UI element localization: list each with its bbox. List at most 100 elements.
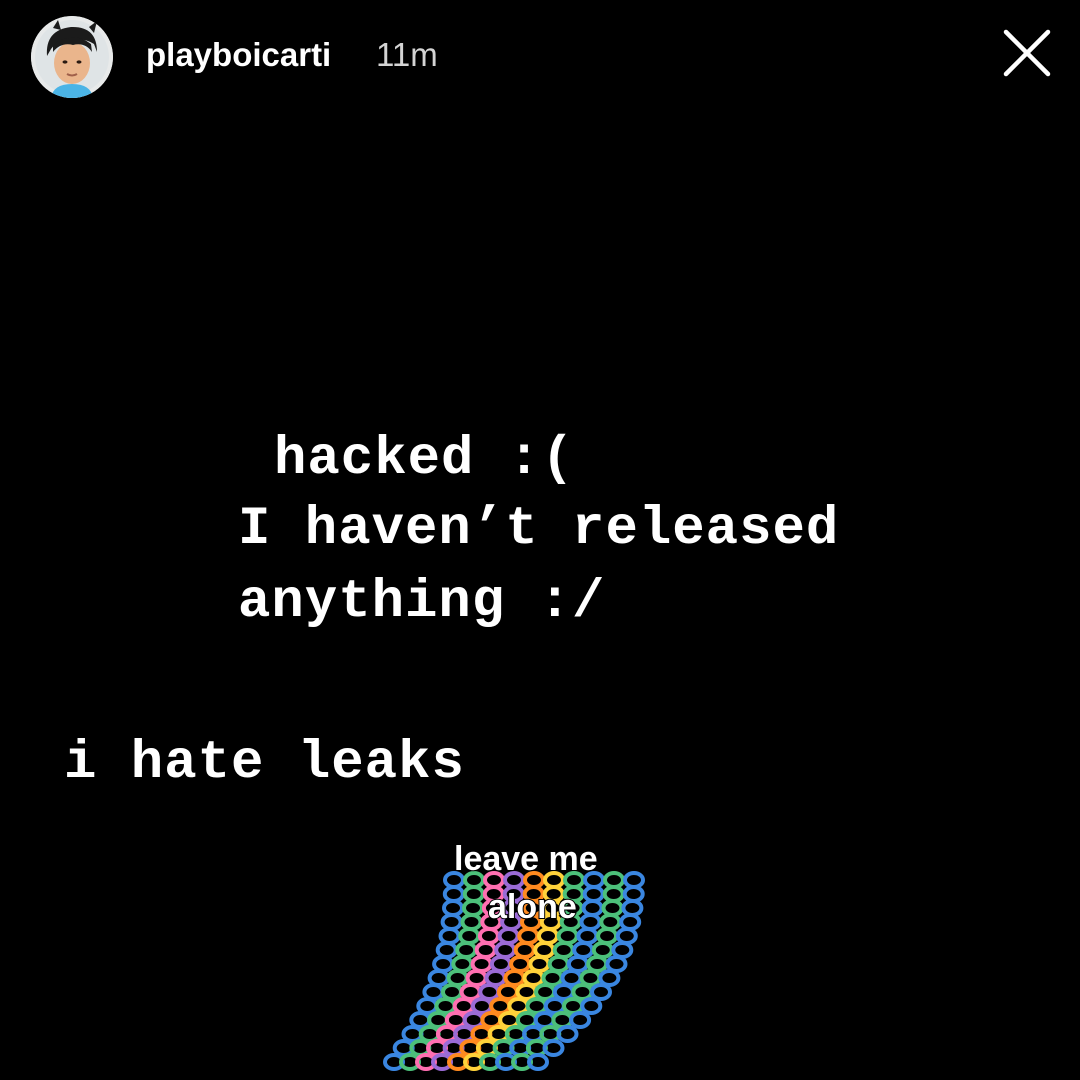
sticker-trail-glyph [525,997,548,1015]
story-text-line: i hate leaks [64,733,465,794]
leave-me-alone-sticker[interactable]: leave me alone [370,826,690,1080]
sticker-trail-glyph [442,885,465,903]
sticker-trail-glyph [441,983,463,1001]
sticker-trail-glyph [427,1011,450,1029]
sticker-trail-glyph [572,941,595,959]
sticker-trail-glyph [444,1011,467,1029]
sticker-trail-glyph [579,969,602,987]
sticker-trail-glyph [515,983,538,1001]
sticker-trail-glyph [591,941,614,959]
sticker-trail-glyph [494,941,517,959]
sticker-trail-glyph [528,955,551,973]
sticker-trail-glyph [498,1011,521,1029]
sticker-trail-glyph [462,1011,485,1029]
sticker-trail-glyph [438,927,461,945]
sticker-trail-glyph [462,885,485,903]
sticker-trail-glyph [560,969,583,987]
sticker-trail-glyph [455,941,478,959]
username-link[interactable]: playboicarti [146,30,331,80]
sticker-trail-glyph [465,969,488,987]
sticker-trail-glyph [409,1011,432,1029]
sticker-trail-glyph [601,899,624,917]
sticker-trail-glyph [611,941,634,959]
sticker-trail-glyph [562,997,584,1015]
sticker-trail-glyph [509,955,532,973]
sticker-trail-glyph [547,955,570,973]
sticker-trail-glyph [470,955,493,973]
sticker-trail-glyph [478,983,501,1001]
close-button[interactable] [996,22,1058,84]
sticker-trail-glyph [615,927,638,945]
sticker-trail-glyph [579,913,602,931]
sticker-trail-glyph [533,941,556,959]
sticker-text-line: alone [488,888,577,926]
sticker-trail-glyph [623,871,645,889]
sticker-trail-glyph [513,941,536,959]
sticker-trail-glyph [484,969,507,987]
sticker-text-line: leave me [454,840,598,878]
sticker-trail-glyph [596,927,619,945]
story-text-line: anything :/ [238,572,606,633]
avatar-image [31,16,113,98]
story-text-line: hacked :( [274,429,575,490]
story-screen[interactable]: playboicarti 11m hacked :( I haven’t rel… [0,0,1080,1080]
sticker-trail-glyph [497,927,520,945]
sticker-trail-glyph [571,983,594,1001]
sticker-trail-glyph [543,997,566,1015]
sticker-trail-glyph [599,913,622,931]
sticker-trail-glyph [541,969,564,987]
sticker-trail-glyph [582,885,605,903]
sticker-trail-glyph [422,983,445,1001]
avatar[interactable] [31,16,113,98]
sticker-trail-glyph [581,899,604,917]
sticker-trail-glyph [602,885,625,903]
sticker-trail-glyph [605,955,628,973]
sticker-trail-glyph [474,941,497,959]
sticker-trail-glyph [489,997,512,1015]
sticker-trail-glyph [552,983,575,1001]
sticker-trail-glyph [522,969,545,987]
sticker-trail-glyph [622,885,645,903]
sticker-trail-glyph [556,927,579,945]
sticker-trail-glyph [598,969,621,987]
sticker-trail-glyph [551,1011,574,1029]
sticker-trail-glyph [580,997,603,1015]
sticker-trail-glyph [451,955,474,973]
sticker-trail-glyph [427,969,450,987]
sticker-trail-glyph [590,983,612,1001]
sticker-trail-glyph [446,969,469,987]
story-text-line: I haven’t released [238,499,840,560]
sticker-trail-glyph [459,983,482,1001]
sticker-trail-glyph [603,871,625,889]
sticker-trail-glyph [537,927,559,945]
sticker-trail-glyph [507,997,530,1015]
sticker-trail-glyph [432,955,455,973]
sticker-trail-glyph [569,1011,592,1029]
sticker-trail-glyph [503,969,526,987]
close-x-icon [1003,29,1051,77]
story-timestamp: 11m [376,36,438,73]
sticker-trail-glyph [435,941,458,959]
sticker-trail-glyph [619,913,642,931]
sticker-trail-glyph [477,927,500,945]
sticker-trail-glyph [534,983,557,1001]
sticker-trail-glyph [460,913,483,931]
rainbow-sticker-art: leave me alone [383,839,645,1071]
sticker-trail-glyph [434,997,457,1015]
sticker-trail-glyph [552,941,575,959]
sticker-trail-glyph [576,927,599,945]
sticker-trail-glyph [533,1011,556,1029]
sticker-trail-glyph [458,927,481,945]
sticker-trail-glyph [586,955,609,973]
sticker-trail-glyph [470,997,493,1015]
sticker-trail-glyph [462,899,484,917]
sticker-trail-glyph [621,899,644,917]
sticker-trail-glyph [515,1011,538,1029]
sticker-trail-glyph [416,997,439,1015]
story-header: playboicarti 11m [0,0,1080,110]
sticker-trail-glyph [440,913,463,931]
sticker-trail-glyph [442,899,464,917]
sticker-trail-glyph [480,1011,503,1029]
sticker-trail-glyph [517,927,540,945]
sticker-trail-glyph [566,955,589,973]
